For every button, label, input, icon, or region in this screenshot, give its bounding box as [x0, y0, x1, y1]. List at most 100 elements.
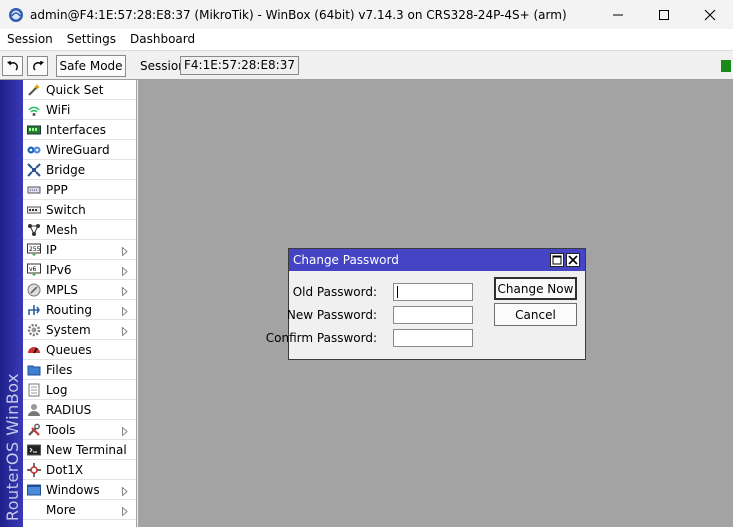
- submenu-arrow-icon: [122, 245, 128, 259]
- sidebar-item-label: New Terminal: [46, 442, 127, 457]
- terminal-icon: [27, 443, 41, 457]
- svg-text:255: 255: [29, 246, 41, 253]
- sidebar-item-interfaces[interactable]: Interfaces: [23, 120, 136, 140]
- dialog-title-bar[interactable]: Change Password: [289, 249, 585, 271]
- sidebar-item-windows[interactable]: Windows: [23, 480, 136, 500]
- session-value: F4:1E:57:28:E8:37: [180, 56, 299, 75]
- sidebar-item-label: Switch: [46, 202, 86, 217]
- sidebar-item-files[interactable]: Files: [23, 360, 136, 380]
- ip-icon: 255: [27, 243, 41, 257]
- sidebar-item-radius[interactable]: RADIUS: [23, 400, 136, 420]
- sidebar-menu: Quick Set WiFi Interfaces WireGuard Bridge PP…: [23, 80, 137, 527]
- sidebar-item-mpls[interactable]: MPLS: [23, 280, 136, 300]
- ipv6-icon: v6: [27, 263, 41, 277]
- undo-icon: [6, 61, 18, 71]
- sidebar-item-wireguard[interactable]: WireGuard: [23, 140, 136, 160]
- sidebar-item-wifi[interactable]: WiFi: [23, 100, 136, 120]
- sidebar-item-system[interactable]: System: [23, 320, 136, 340]
- sidebar-item-label: Bridge: [46, 162, 86, 177]
- dialog-close-button[interactable]: [566, 253, 580, 267]
- queues-icon: [27, 343, 41, 357]
- minimize-icon: [613, 14, 623, 15]
- sidebar-item-label: Dot1X: [46, 462, 84, 477]
- old-password-input[interactable]: [393, 283, 473, 301]
- windows-icon: [27, 483, 41, 497]
- confirm-password-row: Confirm Password:: [266, 329, 489, 347]
- menu-session[interactable]: Session: [0, 29, 60, 50]
- minimize-button[interactable]: [595, 0, 641, 29]
- toolbar: Safe Mode Session: F4:1E:57:28:E8:37: [0, 50, 733, 80]
- confirm-password-label: Confirm Password:: [265, 331, 377, 345]
- dialog-maximize-button[interactable]: [550, 253, 564, 267]
- menu-dashboard[interactable]: Dashboard: [123, 29, 202, 50]
- svg-text:v6: v6: [29, 266, 37, 273]
- brand-strip: RouterOS WinBox: [0, 80, 23, 527]
- sidebar-item-tools[interactable]: Tools: [23, 420, 136, 440]
- sidebar-item-ipv6[interactable]: v6 IPv6: [23, 260, 136, 280]
- new-password-label: New Password:: [286, 308, 377, 322]
- undo-button[interactable]: [2, 56, 23, 76]
- change-password-dialog: Change Password Old Password: New Passwo…: [266, 248, 586, 360]
- maximize-button[interactable]: [641, 0, 687, 29]
- sidebar-item-ppp[interactable]: PPP: [23, 180, 136, 200]
- close-icon: [704, 9, 716, 20]
- sidebar-item-ip[interactable]: 255 IP: [23, 240, 136, 260]
- sidebar-item-quick-set[interactable]: Quick Set: [23, 80, 136, 100]
- mpls-icon: [27, 283, 41, 297]
- sidebar-item-label: Interfaces: [46, 122, 106, 137]
- submenu-arrow-icon: [122, 305, 128, 319]
- sidebar-item-label: IPv6: [46, 262, 72, 277]
- sidebar-item-mesh[interactable]: Mesh: [23, 220, 136, 240]
- sidebar-item-label: Files: [46, 362, 73, 377]
- submenu-arrow-icon: [122, 425, 128, 439]
- interfaces-icon: [27, 123, 41, 137]
- tools-icon: [27, 423, 41, 437]
- sidebar-item-label: WireGuard: [46, 142, 110, 157]
- new-password-input[interactable]: [393, 306, 473, 324]
- brand-label: RouterOS WinBox: [3, 372, 22, 521]
- submenu-arrow-icon: [122, 505, 128, 519]
- redo-icon: [32, 61, 44, 71]
- safe-mode-button[interactable]: Safe Mode: [56, 55, 126, 77]
- sidebar-item-label: More: [46, 502, 76, 517]
- sidebar-item-label: System: [46, 322, 91, 337]
- system-gear-icon: [27, 323, 41, 337]
- sidebar-item-label: MPLS: [46, 282, 78, 297]
- close-icon: [568, 255, 578, 265]
- bridge-icon: [27, 162, 41, 177]
- maximize-icon: [552, 255, 562, 265]
- sidebar-item-label: Routing: [46, 302, 93, 317]
- sidebar-item-bridge[interactable]: Bridge: [23, 160, 136, 180]
- sidebar-item-log[interactable]: Log: [23, 380, 136, 400]
- blank-icon-slot: [27, 503, 41, 517]
- mesh-icon: [27, 223, 41, 237]
- log-icon: [27, 383, 41, 397]
- sidebar-item-queues[interactable]: Queues: [23, 340, 136, 360]
- dot1x-icon: [27, 462, 41, 477]
- window-title: admin@F4:1E:57:28:E8:37 (MikroTik) - Win…: [30, 7, 567, 22]
- sidebar-item-dot1x[interactable]: Dot1X: [23, 460, 136, 480]
- new-password-row: New Password:: [286, 306, 489, 324]
- menu-settings[interactable]: Settings: [60, 29, 123, 50]
- cancel-button[interactable]: Cancel: [494, 303, 577, 326]
- close-window-button[interactable]: [687, 0, 733, 29]
- sidebar-item-new-terminal[interactable]: New Terminal: [23, 440, 136, 460]
- redo-button[interactable]: [27, 56, 48, 76]
- sidebar-item-routing[interactable]: Routing: [23, 300, 136, 320]
- change-now-button[interactable]: Change Now: [494, 277, 577, 300]
- window-title-bar[interactable]: admin@F4:1E:57:28:E8:37 (MikroTik) - Win…: [0, 0, 733, 29]
- winbox-app-icon: [8, 7, 24, 23]
- confirm-password-input[interactable]: [393, 329, 473, 347]
- folder-icon: [27, 363, 41, 377]
- wifi-icon: [27, 103, 41, 117]
- sidebar-item-label: Queues: [46, 342, 92, 357]
- sidebar-item-more[interactable]: More: [23, 500, 136, 520]
- sidebar-item-label: Quick Set: [46, 82, 104, 97]
- maximize-icon: [659, 9, 669, 20]
- submenu-arrow-icon: [122, 325, 128, 339]
- old-password-label: Old Password:: [292, 285, 377, 299]
- wand-icon: [27, 83, 41, 97]
- connection-status-indicator: [721, 60, 731, 72]
- sidebar-item-switch[interactable]: Switch: [23, 200, 136, 220]
- sidebar-item-label: PPP: [46, 182, 68, 197]
